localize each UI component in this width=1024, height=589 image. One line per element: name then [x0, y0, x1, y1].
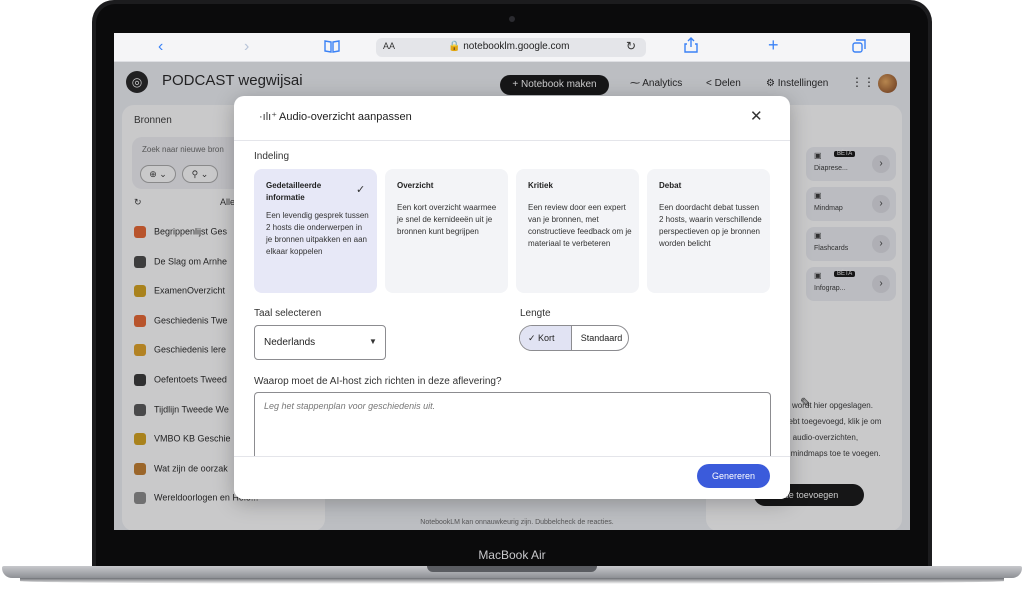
format-description: Een kort overzicht waarmee je snel de ke… — [397, 203, 497, 236]
format-title: Overzicht — [397, 181, 434, 190]
share-icon[interactable] — [684, 37, 698, 58]
reader-aa-button[interactable]: AA — [383, 41, 395, 51]
focus-textarea[interactable] — [254, 392, 771, 456]
screen: ‹ › AA 🔒 notebooklm.google.com ↻ + ◎ POD… — [114, 33, 910, 530]
format-title: Gedetailleerde informatie — [266, 181, 322, 202]
length-segmented-control: ✓ Kort Standaard — [519, 325, 629, 351]
length-label: Lengte — [520, 308, 551, 319]
format-title: Debat — [659, 181, 682, 190]
format-label: Indeling — [254, 151, 290, 162]
audio-waveform-icon: ·ılı⁺ — [259, 111, 278, 123]
tabs-icon[interactable] — [852, 39, 866, 58]
length-option-standard[interactable]: Standaard — [573, 326, 628, 350]
close-icon[interactable]: ✕ — [750, 107, 763, 125]
browser-toolbar: ‹ › AA 🔒 notebooklm.google.com ↻ + — [114, 33, 910, 62]
format-card-critique[interactable]: Kritiek Een review door een expert van j… — [516, 169, 639, 293]
length-option-label: Kort — [538, 333, 555, 343]
format-description: Een doordacht debat tussen 2 hosts, waar… — [659, 203, 762, 248]
audio-overview-dialog: ·ılı⁺ Audio-overzicht aanpassen ✕ Indeli… — [234, 96, 790, 499]
format-description: Een levendig gesprek tussen 2 hosts die … — [266, 211, 369, 256]
new-tab-icon[interactable]: + — [768, 35, 779, 56]
generate-button[interactable]: Genereren — [697, 464, 770, 488]
camera-dot — [509, 16, 515, 22]
format-title: Kritiek — [528, 181, 553, 190]
laptop-base-notch — [427, 566, 597, 572]
url-text: 🔒 notebooklm.google.com — [448, 41, 570, 52]
dialog-divider — [234, 140, 790, 141]
forward-icon[interactable]: › — [244, 38, 249, 56]
language-label: Taal selecteren — [254, 308, 322, 319]
address-bar[interactable]: AA 🔒 notebooklm.google.com ↻ — [376, 38, 646, 57]
laptop-shadow — [20, 578, 1004, 584]
length-option-label: Standaard — [580, 333, 623, 343]
check-icon: ✓ — [528, 333, 539, 343]
format-description: Een review door een expert van je bronne… — [528, 203, 632, 248]
language-value: Nederlands — [264, 337, 316, 348]
device-label: MacBook Air — [478, 548, 546, 562]
format-card-overview[interactable]: Overzicht Een kort overzicht waarmee je … — [385, 169, 508, 293]
bookmarks-icon[interactable] — [324, 39, 340, 58]
language-select[interactable]: Nederlands ▼ — [254, 325, 386, 360]
dialog-footer: Genereren — [234, 456, 790, 499]
format-card-debate[interactable]: Debat Een doordacht debat tussen 2 hosts… — [647, 169, 770, 293]
reload-icon[interactable]: ↻ — [626, 39, 636, 53]
check-icon: ✓ — [356, 184, 366, 196]
url-value: notebooklm.google.com — [463, 41, 570, 52]
back-icon[interactable]: ‹ — [158, 38, 163, 56]
focus-label: Waarop moet de AI-host zich richten in d… — [254, 376, 502, 387]
dropdown-caret-icon: ▼ — [369, 337, 377, 346]
length-option-short[interactable]: ✓ Kort — [520, 326, 572, 350]
format-card-detailed[interactable]: Gedetailleerde informatie ✓ Een levendig… — [254, 169, 377, 293]
dialog-title: Audio-overzicht aanpassen — [279, 111, 412, 123]
